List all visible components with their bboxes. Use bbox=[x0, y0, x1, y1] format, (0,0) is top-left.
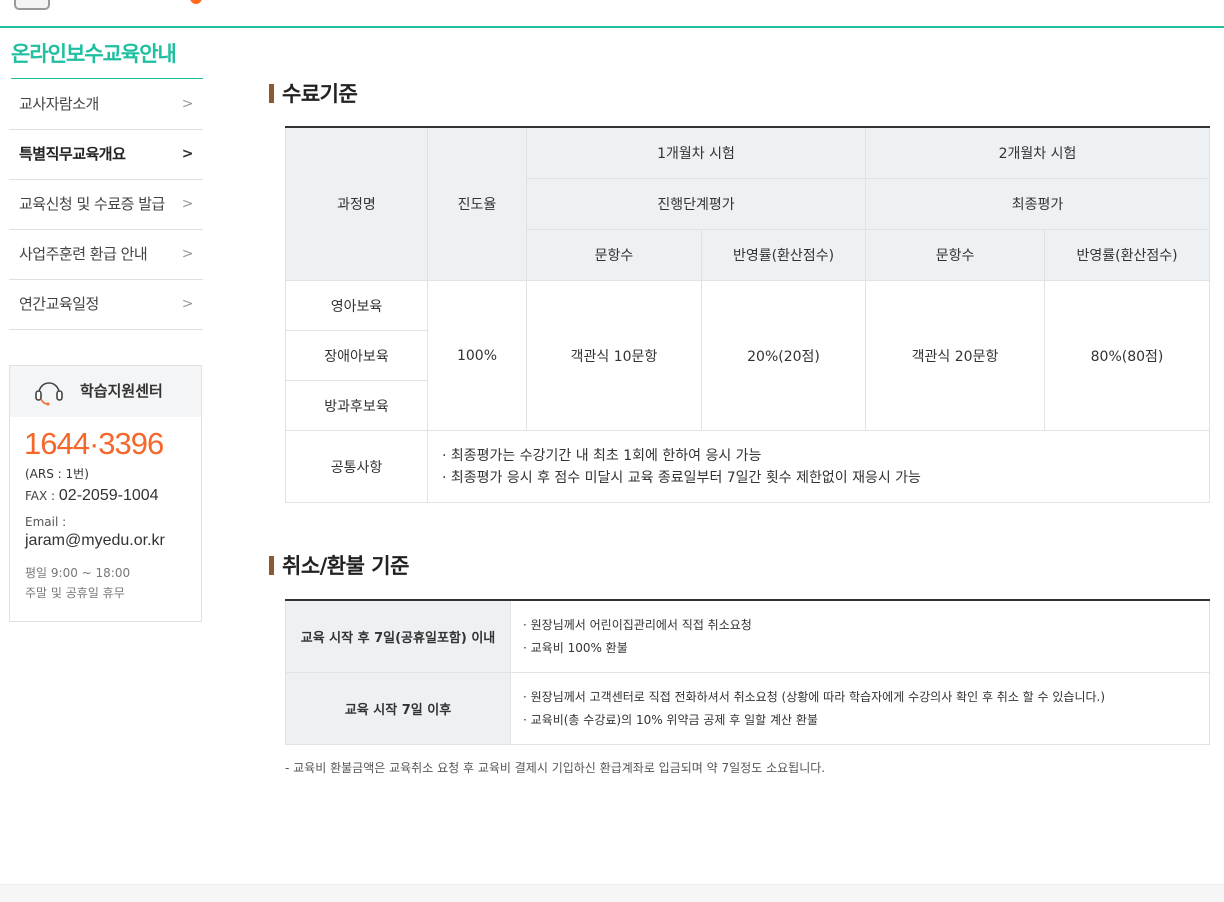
refund-row-label: 교육 시작 7일 이후 bbox=[285, 672, 511, 745]
refund-line: · 원장님께서 어린이집관리에서 직접 취소요청 bbox=[523, 617, 752, 632]
page-footer bbox=[0, 884, 1224, 902]
chevron-right-icon: > bbox=[181, 196, 194, 212]
table-row: 교육 시작 후 7일(공휴일포함) 이내 · 원장님께서 어린이집관리에서 직접… bbox=[285, 599, 1210, 673]
support-header: 학습지원센터 bbox=[10, 366, 201, 417]
chevron-right-icon: > bbox=[181, 296, 194, 312]
support-phone[interactable]: 1644·3396 bbox=[24, 426, 164, 462]
header-mid-eval: 진행단계평가 bbox=[525, 178, 867, 230]
email-label: Email : bbox=[25, 515, 67, 529]
common-note-line: · 최종평가 응시 후 점수 미달시 교육 종료일부터 7일간 횟수 제한없이 … bbox=[442, 469, 921, 486]
sidebar-item-schedule[interactable]: 연간교육일정 > bbox=[9, 280, 203, 330]
header-course: 과정명 bbox=[285, 126, 428, 281]
table-row: 교육 시작 7일 이후 · 원장님께서 고객센터로 직접 전화하셔서 취소요청 … bbox=[285, 672, 1210, 745]
hours-weekend: 주말 및 공휴일 휴무 bbox=[25, 586, 125, 600]
sidebar-item-label: 교육신청 및 수료증 발급 bbox=[19, 195, 165, 213]
m1-weight: 20%(20점) bbox=[700, 280, 867, 431]
sidebar-item-label: 교사자람소개 bbox=[19, 95, 99, 113]
headset-icon bbox=[35, 382, 63, 406]
section-title-refund: 취소/환불 기준 bbox=[269, 550, 409, 580]
refund-row-detail: · 원장님께서 고객센터로 직접 전화하셔서 취소요청 (상황에 따라 학습자에… bbox=[510, 672, 1210, 745]
header-count: 문항수 bbox=[865, 229, 1046, 281]
refund-row-label: 교육 시작 후 7일(공휴일포함) 이내 bbox=[285, 599, 511, 673]
course-name: 장애아보육 bbox=[285, 330, 428, 381]
refund-line: · 교육비(총 수강료)의 10% 위약금 공제 후 일할 계산 환불 bbox=[523, 712, 818, 727]
header-month1: 1개월차 시험 bbox=[525, 126, 867, 179]
support-ars: (ARS : 1번) bbox=[25, 467, 89, 481]
header-progress: 진도율 bbox=[427, 126, 527, 281]
support-center-box: 학습지원센터 1644·3396 (ARS : 1번) FAX : 02-205… bbox=[9, 365, 202, 622]
support-fax: FAX : 02-2059-1004 bbox=[25, 487, 159, 505]
title-bar-icon bbox=[269, 556, 274, 575]
logo-accent-icon bbox=[190, 0, 202, 4]
sidebar-item-label: 사업주훈련 환급 안내 bbox=[19, 245, 148, 263]
header-weight: 반영률(환산점수) bbox=[1044, 229, 1211, 281]
support-email[interactable]: jaram@myedu.or.kr bbox=[25, 532, 165, 550]
course-name: 영아보육 bbox=[285, 280, 428, 331]
refund-note: - 교육비 환불금액은 교육취소 요청 후 교육비 결제시 기입하신 환급계좌로… bbox=[285, 761, 826, 775]
common-note-line: · 최종평가는 수강기간 내 최초 1회에 한하여 응시 가능 bbox=[442, 447, 762, 464]
refund-line: · 교육비 100% 환불 bbox=[523, 640, 628, 655]
section-title-completion: 수료기준 bbox=[269, 78, 358, 108]
chevron-right-icon: > bbox=[181, 96, 194, 112]
section-title-text: 취소/환불 기준 bbox=[282, 554, 409, 578]
completion-table: 과정명 진도율 1개월차 시험 2개월차 시험 진행단계평가 최종평가 문항수 … bbox=[285, 126, 1211, 503]
title-bar-icon bbox=[269, 84, 274, 103]
common-notes: · 최종평가는 수강기간 내 최초 1회에 한하여 응시 가능 · 최종평가 응… bbox=[426, 430, 1211, 503]
sidebar-item-refund-info[interactable]: 사업주훈련 환급 안내 > bbox=[9, 230, 203, 280]
common-label: 공통사항 bbox=[285, 430, 428, 503]
header-final-eval: 최종평가 bbox=[865, 178, 1211, 230]
sidebar-item-label: 특별직무교육개요 bbox=[19, 145, 126, 163]
progress-value: 100% bbox=[427, 280, 527, 431]
sidebar-item-label: 연간교육일정 bbox=[19, 295, 99, 313]
chevron-right-icon: > bbox=[181, 246, 194, 262]
refund-line: · 원장님께서 고객센터로 직접 전화하셔서 취소요청 (상황에 따라 학습자에… bbox=[523, 689, 1106, 704]
sidebar-nav: 교사자람소개 > 특별직무교육개요 > 교육신청 및 수료증 발급 > 사업주훈… bbox=[9, 80, 203, 330]
top-header bbox=[0, 0, 1224, 28]
m1-count: 객관식 10문항 bbox=[526, 280, 702, 431]
fax-number: 02-2059-1004 bbox=[58, 487, 159, 504]
course-name: 방과후보육 bbox=[285, 380, 428, 431]
header-count: 문항수 bbox=[526, 229, 702, 281]
refund-row-detail: · 원장님께서 어린이집관리에서 직접 취소요청 · 교육비 100% 환불 bbox=[510, 599, 1210, 673]
table-row: 영아보육 100% 객관식 10문항 20%(20점) 객관식 20문항 80%… bbox=[285, 280, 1211, 431]
sidebar-item-special-training[interactable]: 특별직무교육개요 > bbox=[9, 130, 203, 180]
refund-table: 교육 시작 후 7일(공휴일포함) 이내 · 원장님께서 어린이집관리에서 직접… bbox=[285, 599, 1210, 745]
sidebar-title: 온라인보수교육안내 bbox=[11, 38, 203, 79]
table-row: 공통사항 · 최종평가는 수강기간 내 최초 1회에 한하여 응시 가능 · 최… bbox=[285, 430, 1211, 503]
support-hours: 평일 9:00 ~ 18:00 주말 및 공휴일 휴무 bbox=[25, 563, 130, 603]
header-month2: 2개월차 시험 bbox=[865, 126, 1211, 179]
sidebar-item-application[interactable]: 교육신청 및 수료증 발급 > bbox=[9, 180, 203, 230]
section-title-text: 수료기준 bbox=[282, 82, 358, 106]
hours-weekday: 평일 9:00 ~ 18:00 bbox=[25, 566, 131, 580]
m2-count: 객관식 20문항 bbox=[865, 280, 1046, 431]
support-title: 학습지원센터 bbox=[80, 382, 163, 400]
sidebar-item-about[interactable]: 교사자람소개 > bbox=[9, 80, 203, 130]
header-weight: 반영률(환산점수) bbox=[700, 229, 867, 281]
chevron-right-icon: > bbox=[181, 146, 194, 162]
logo-icon[interactable] bbox=[14, 0, 50, 10]
m2-weight: 80%(80점) bbox=[1044, 280, 1211, 431]
fax-label: FAX : bbox=[25, 489, 59, 503]
